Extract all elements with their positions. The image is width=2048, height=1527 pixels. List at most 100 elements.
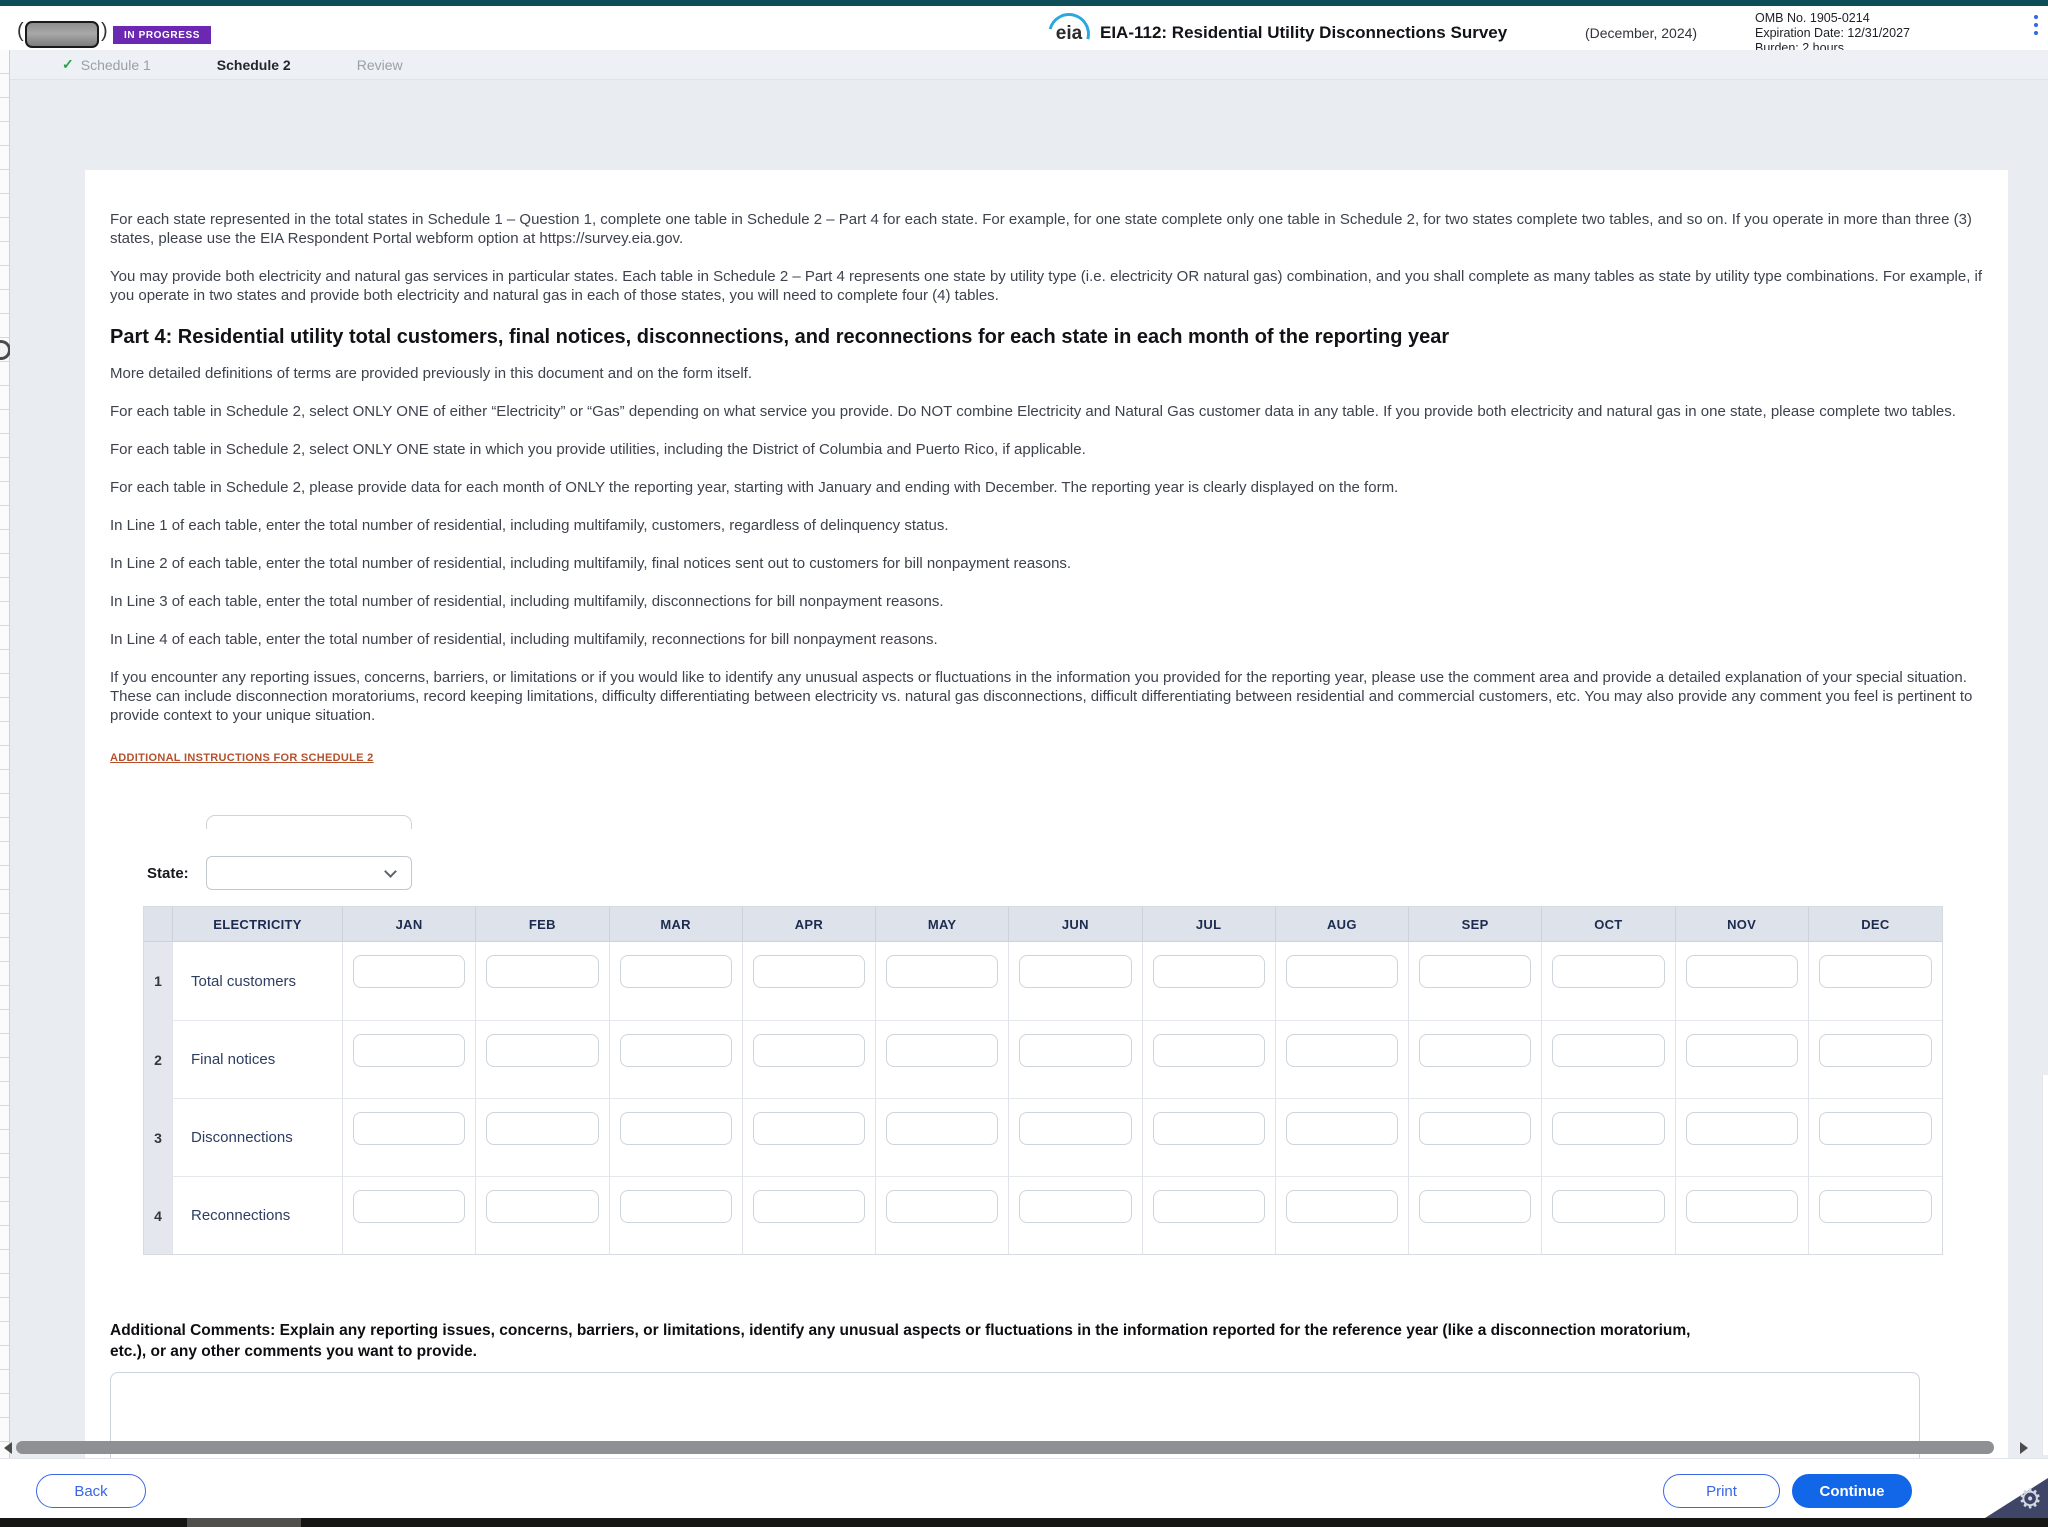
input-nov-row3[interactable] bbox=[1686, 1112, 1798, 1145]
input-apr-row2[interactable] bbox=[753, 1034, 865, 1067]
cell-jan-row2 bbox=[343, 1020, 476, 1098]
input-feb-row4[interactable] bbox=[486, 1190, 598, 1223]
month-header-apr: APR bbox=[743, 907, 876, 942]
input-mar-row3[interactable] bbox=[620, 1112, 732, 1145]
input-mar-row1[interactable] bbox=[620, 955, 732, 988]
month-header-feb: FEB bbox=[476, 907, 609, 942]
cell-jul-row1 bbox=[1143, 942, 1276, 1020]
additional-comments-label: Additional Comments: Explain any reporti… bbox=[110, 1320, 1710, 1362]
print-button[interactable]: Print bbox=[1663, 1474, 1780, 1508]
input-dec-row1[interactable] bbox=[1819, 955, 1932, 988]
input-sep-row3[interactable] bbox=[1419, 1112, 1531, 1145]
taskbar-segment bbox=[187, 1518, 301, 1527]
cell-feb-row3 bbox=[476, 1098, 609, 1176]
input-may-row4[interactable] bbox=[886, 1190, 998, 1223]
intro-paragraph: You may provide both electricity and nat… bbox=[110, 267, 1995, 305]
horizontal-scrollbar-thumb[interactable] bbox=[16, 1441, 1994, 1454]
input-mar-row2[interactable] bbox=[620, 1034, 732, 1067]
input-nov-row1[interactable] bbox=[1686, 955, 1798, 988]
input-jan-row1[interactable] bbox=[353, 955, 465, 988]
input-jun-row2[interactable] bbox=[1019, 1034, 1131, 1067]
input-oct-row2[interactable] bbox=[1552, 1034, 1664, 1067]
survey-period: (December, 2024) bbox=[1585, 25, 1697, 41]
tab-schedule-2[interactable]: Schedule 2 bbox=[217, 57, 291, 73]
month-header-oct: OCT bbox=[1542, 907, 1675, 942]
cell-sep-row3 bbox=[1409, 1098, 1542, 1176]
input-jan-row3[interactable] bbox=[353, 1112, 465, 1145]
gear-icon[interactable]: ⚙ bbox=[2018, 1484, 2042, 1515]
cell-apr-row2 bbox=[743, 1020, 876, 1098]
cell-may-row4 bbox=[876, 1176, 1009, 1254]
part4-paragraph: For each table in Schedule 2, select ONL… bbox=[110, 402, 1995, 421]
scroll-right-arrow-icon[interactable] bbox=[2020, 1442, 2028, 1454]
cell-sep-row1 bbox=[1409, 942, 1542, 1020]
input-jun-row3[interactable] bbox=[1019, 1112, 1131, 1145]
taskbar-remnant bbox=[0, 1518, 2048, 1527]
month-header-dec: DEC bbox=[1809, 907, 1942, 942]
month-header-jan: JAN bbox=[343, 907, 476, 942]
input-may-row2[interactable] bbox=[886, 1034, 998, 1067]
part4-paragraph: In Line 4 of each table, enter the total… bbox=[110, 630, 1995, 649]
input-dec-row3[interactable] bbox=[1819, 1112, 1932, 1145]
tab-schedule-1[interactable]: ✓ Schedule 1 bbox=[62, 56, 151, 73]
input-nov-row2[interactable] bbox=[1686, 1034, 1798, 1067]
cell-jul-row3 bbox=[1143, 1098, 1276, 1176]
continue-button[interactable]: Continue bbox=[1792, 1474, 1912, 1508]
input-mar-row4[interactable] bbox=[620, 1190, 732, 1223]
input-jul-row4[interactable] bbox=[1153, 1190, 1265, 1223]
omb-number: OMB No. 1905-0214 bbox=[1755, 11, 2005, 26]
state-select[interactable] bbox=[206, 856, 412, 890]
footer-bar: Back Print Continue bbox=[0, 1458, 2048, 1518]
scroll-left-arrow-icon[interactable] bbox=[4, 1442, 12, 1454]
background-window-ruler bbox=[0, 50, 10, 1458]
input-jun-row1[interactable] bbox=[1019, 955, 1131, 988]
input-sep-row2[interactable] bbox=[1419, 1034, 1531, 1067]
additional-instructions-link[interactable]: ADDITIONAL INSTRUCTIONS FOR SCHEDULE 2 bbox=[110, 752, 374, 764]
input-jan-row2[interactable] bbox=[353, 1034, 465, 1067]
input-feb-row3[interactable] bbox=[486, 1112, 598, 1145]
eia-logo-text: eia bbox=[1056, 23, 1082, 45]
input-aug-row2[interactable] bbox=[1286, 1034, 1398, 1067]
kebab-menu-icon[interactable] bbox=[2034, 15, 2040, 39]
input-oct-row4[interactable] bbox=[1552, 1190, 1664, 1223]
input-oct-row1[interactable] bbox=[1552, 955, 1664, 988]
input-apr-row1[interactable] bbox=[753, 955, 865, 988]
input-may-row3[interactable] bbox=[886, 1112, 998, 1145]
input-aug-row3[interactable] bbox=[1286, 1112, 1398, 1145]
input-may-row1[interactable] bbox=[886, 955, 998, 988]
cell-oct-row4 bbox=[1542, 1176, 1675, 1254]
row-number-2: 2 bbox=[144, 1020, 173, 1098]
input-aug-row1[interactable] bbox=[1286, 955, 1398, 988]
input-apr-row3[interactable] bbox=[753, 1112, 865, 1145]
input-nov-row4[interactable] bbox=[1686, 1190, 1798, 1223]
input-apr-row4[interactable] bbox=[753, 1190, 865, 1223]
cell-apr-row1 bbox=[743, 942, 876, 1020]
month-header-sep: SEP bbox=[1409, 907, 1542, 942]
tab-review[interactable]: Review bbox=[357, 57, 403, 73]
input-oct-row3[interactable] bbox=[1552, 1112, 1664, 1145]
app-window: ( ) IN PROGRESS eia EIA-112: Residential… bbox=[0, 0, 2048, 1527]
input-sep-row1[interactable] bbox=[1419, 955, 1531, 988]
cell-aug-row2 bbox=[1276, 1020, 1409, 1098]
input-jan-row4[interactable] bbox=[353, 1190, 465, 1223]
back-button[interactable]: Back bbox=[36, 1474, 146, 1508]
vertical-scrollbar[interactable] bbox=[2042, 1075, 2048, 1455]
input-feb-row2[interactable] bbox=[486, 1034, 598, 1067]
cell-nov-row4 bbox=[1676, 1176, 1809, 1254]
input-feb-row1[interactable] bbox=[486, 955, 598, 988]
redaction-paren-open: ( bbox=[17, 20, 24, 43]
input-dec-row4[interactable] bbox=[1819, 1190, 1932, 1223]
input-dec-row2[interactable] bbox=[1819, 1034, 1932, 1067]
cell-sep-row4 bbox=[1409, 1176, 1542, 1254]
part4-paragraph: For each table in Schedule 2, please pro… bbox=[110, 478, 1995, 497]
input-jul-row3[interactable] bbox=[1153, 1112, 1265, 1145]
input-jun-row4[interactable] bbox=[1019, 1190, 1131, 1223]
input-jul-row1[interactable] bbox=[1153, 955, 1265, 988]
tab-schedule-1-label: Schedule 1 bbox=[81, 57, 151, 73]
input-sep-row4[interactable] bbox=[1419, 1190, 1531, 1223]
cell-jul-row2 bbox=[1143, 1020, 1276, 1098]
cell-jun-row2 bbox=[1009, 1020, 1142, 1098]
input-jul-row2[interactable] bbox=[1153, 1034, 1265, 1067]
cell-aug-row4 bbox=[1276, 1176, 1409, 1254]
input-aug-row4[interactable] bbox=[1286, 1190, 1398, 1223]
